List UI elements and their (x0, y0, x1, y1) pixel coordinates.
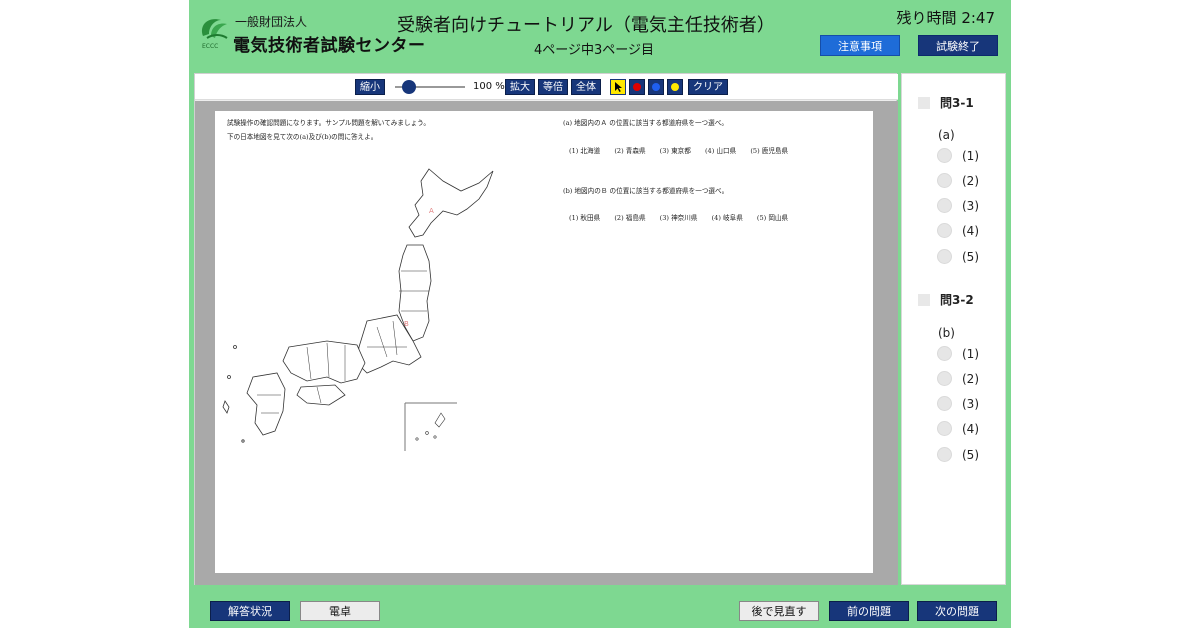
blue-pen-button[interactable] (648, 79, 664, 95)
yellow-dot-icon (671, 83, 679, 91)
question-b-choices: (1) 秋田県 (2) 福島県 (3) 神奈川県 (4) 岐阜県 (5) 岡山県 (569, 212, 800, 222)
question-page: 試験操作の確認問題になります。サンプル問題を解いてみましょう。 下の日本地図を見… (215, 111, 873, 573)
yellow-pen-button[interactable] (667, 79, 683, 95)
zoom-value: 100 % (473, 81, 505, 92)
organization-type: 一般財団法人 (235, 15, 308, 29)
cursor-arrow-icon (615, 82, 622, 92)
radio-button[interactable] (937, 173, 952, 188)
answer-3-2-option-1[interactable]: (1) (937, 346, 979, 361)
radio-button[interactable] (937, 148, 952, 163)
radio-button[interactable] (937, 198, 952, 213)
red-pen-button[interactable] (629, 79, 645, 95)
intro-line-1: 試験操作の確認問題になります。サンプル問題を解いてみましょう。 (227, 119, 430, 127)
answer-3-1-option-4[interactable]: (4) (937, 223, 979, 238)
footer: 解答状況 電卓 後で見直す 前の問題 次の問題 (189, 592, 1011, 628)
choice-b-3: (3) 神奈川県 (659, 214, 698, 222)
blue-dot-icon (652, 83, 660, 91)
actual-size-button[interactable]: 等倍 (538, 79, 568, 95)
question-3-2-header[interactable]: 問3-2 (918, 291, 974, 308)
intro-line-2: 下の日本地図を見て次の(a)及び(b)の問に答えよ。 (227, 133, 378, 141)
radio-button[interactable] (937, 396, 952, 411)
red-dot-icon (633, 83, 641, 91)
exam-app: ECCC 一般財団法人 電気技術者試験センター 受験者向けチュートリアル（電気主… (189, 0, 1011, 628)
question-3-1-header[interactable]: 問3-1 (918, 94, 974, 111)
choice-a-2: (2) 青森県 (614, 147, 646, 155)
zoom-in-button[interactable]: 拡大 (505, 79, 535, 95)
choice-a-1: (1) 北海道 (569, 147, 601, 155)
review-flag-checkbox[interactable] (918, 293, 930, 306)
next-question-button[interactable]: 次の問題 (917, 601, 997, 621)
radio-button[interactable] (937, 371, 952, 386)
exam-title: 受験者向けチュートリアル（電気主任技術者） (397, 15, 775, 36)
question-b-text: (b) 地図内のＢ の位置に該当する都道府県を一つ選べ。 (563, 187, 729, 195)
map-label-a: A (429, 207, 434, 215)
choice-b-4: (4) 岐阜県 (711, 214, 743, 222)
review-flag-checkbox[interactable] (918, 96, 930, 109)
question-a-text: (a) 地図内のＡ の位置に該当する都道府県を一つ選べ。 (563, 119, 728, 127)
question-3-2-title: 問3-2 (940, 293, 974, 307)
answer-3-1-option-5[interactable]: (5) (937, 249, 979, 264)
time-remaining: 残り時間 2:47 (896, 9, 995, 27)
svg-text:ECCC: ECCC (202, 43, 218, 50)
question-3-1-sublabel: (a) (938, 128, 955, 142)
answer-3-1-option-3[interactable]: (3) (937, 198, 979, 213)
document-scroll-area[interactable]: 試験操作の確認問題になります。サンプル問題を解いてみましょう。 下の日本地図を見… (195, 101, 898, 585)
page-indicator: 4ページ中3ページ目 (534, 43, 655, 58)
choice-b-5: (5) 岡山県 (756, 214, 789, 222)
radio-button[interactable] (937, 346, 952, 361)
eccc-logo-icon: ECCC (201, 19, 228, 50)
question-a-choices: (1) 北海道 (2) 青森県 (3) 東京都 (4) 山口県 (5) 鹿児島県 (569, 145, 800, 155)
choice-a-3: (3) 東京都 (659, 147, 691, 155)
answer-3-1-option-1[interactable]: (1) (937, 148, 979, 163)
calculator-button[interactable]: 電卓 (300, 601, 380, 621)
choice-b-2: (2) 福島県 (614, 214, 646, 222)
answer-panel: 問3-1 (a) (1) (2) (3) (4) (5) 問3-2 (b) (1… (901, 73, 1006, 585)
answer-3-2-option-4[interactable]: (4) (937, 421, 979, 436)
radio-button[interactable] (937, 223, 952, 238)
answer-3-2-option-5[interactable]: (5) (937, 447, 979, 462)
zoom-out-button[interactable]: 縮小 (355, 79, 385, 95)
viewer-toolbar: 縮小 100 % 拡大 等倍 全体 クリア (195, 74, 898, 100)
fit-page-button[interactable]: 全体 (571, 79, 601, 95)
previous-question-button[interactable]: 前の問題 (829, 601, 909, 621)
radio-button[interactable] (937, 447, 952, 462)
question-3-1-title: 問3-1 (940, 96, 974, 110)
review-later-button[interactable]: 後で見直す (739, 601, 819, 621)
radio-button[interactable] (937, 421, 952, 436)
clear-button[interactable]: クリア (688, 79, 728, 95)
notes-button[interactable]: 注意事項 (820, 35, 900, 56)
radio-button[interactable] (937, 249, 952, 264)
pointer-tool-button[interactable] (610, 79, 626, 95)
question-3-2-sublabel: (b) (938, 326, 955, 340)
header: ECCC 一般財団法人 電気技術者試験センター 受験者向けチュートリアル（電気主… (189, 0, 1011, 66)
choice-a-5: (5) 鹿児島県 (750, 147, 789, 155)
answer-3-2-option-3[interactable]: (3) (937, 396, 979, 411)
choice-a-4: (4) 山口県 (704, 147, 737, 155)
answer-3-2-option-2[interactable]: (2) (937, 371, 979, 386)
answer-status-button[interactable]: 解答状況 (210, 601, 290, 621)
end-exam-button[interactable]: 試験終了 (918, 35, 998, 56)
map-label-b: B (404, 320, 409, 328)
answer-3-1-option-2[interactable]: (2) (937, 173, 979, 188)
zoom-slider-handle[interactable] (402, 80, 416, 94)
japan-map-image: A B (222, 168, 494, 451)
choice-b-1: (1) 秋田県 (569, 214, 601, 222)
document-viewer: 縮小 100 % 拡大 等倍 全体 クリア 試験操作の確認問題になります。サンプ… (194, 73, 898, 585)
